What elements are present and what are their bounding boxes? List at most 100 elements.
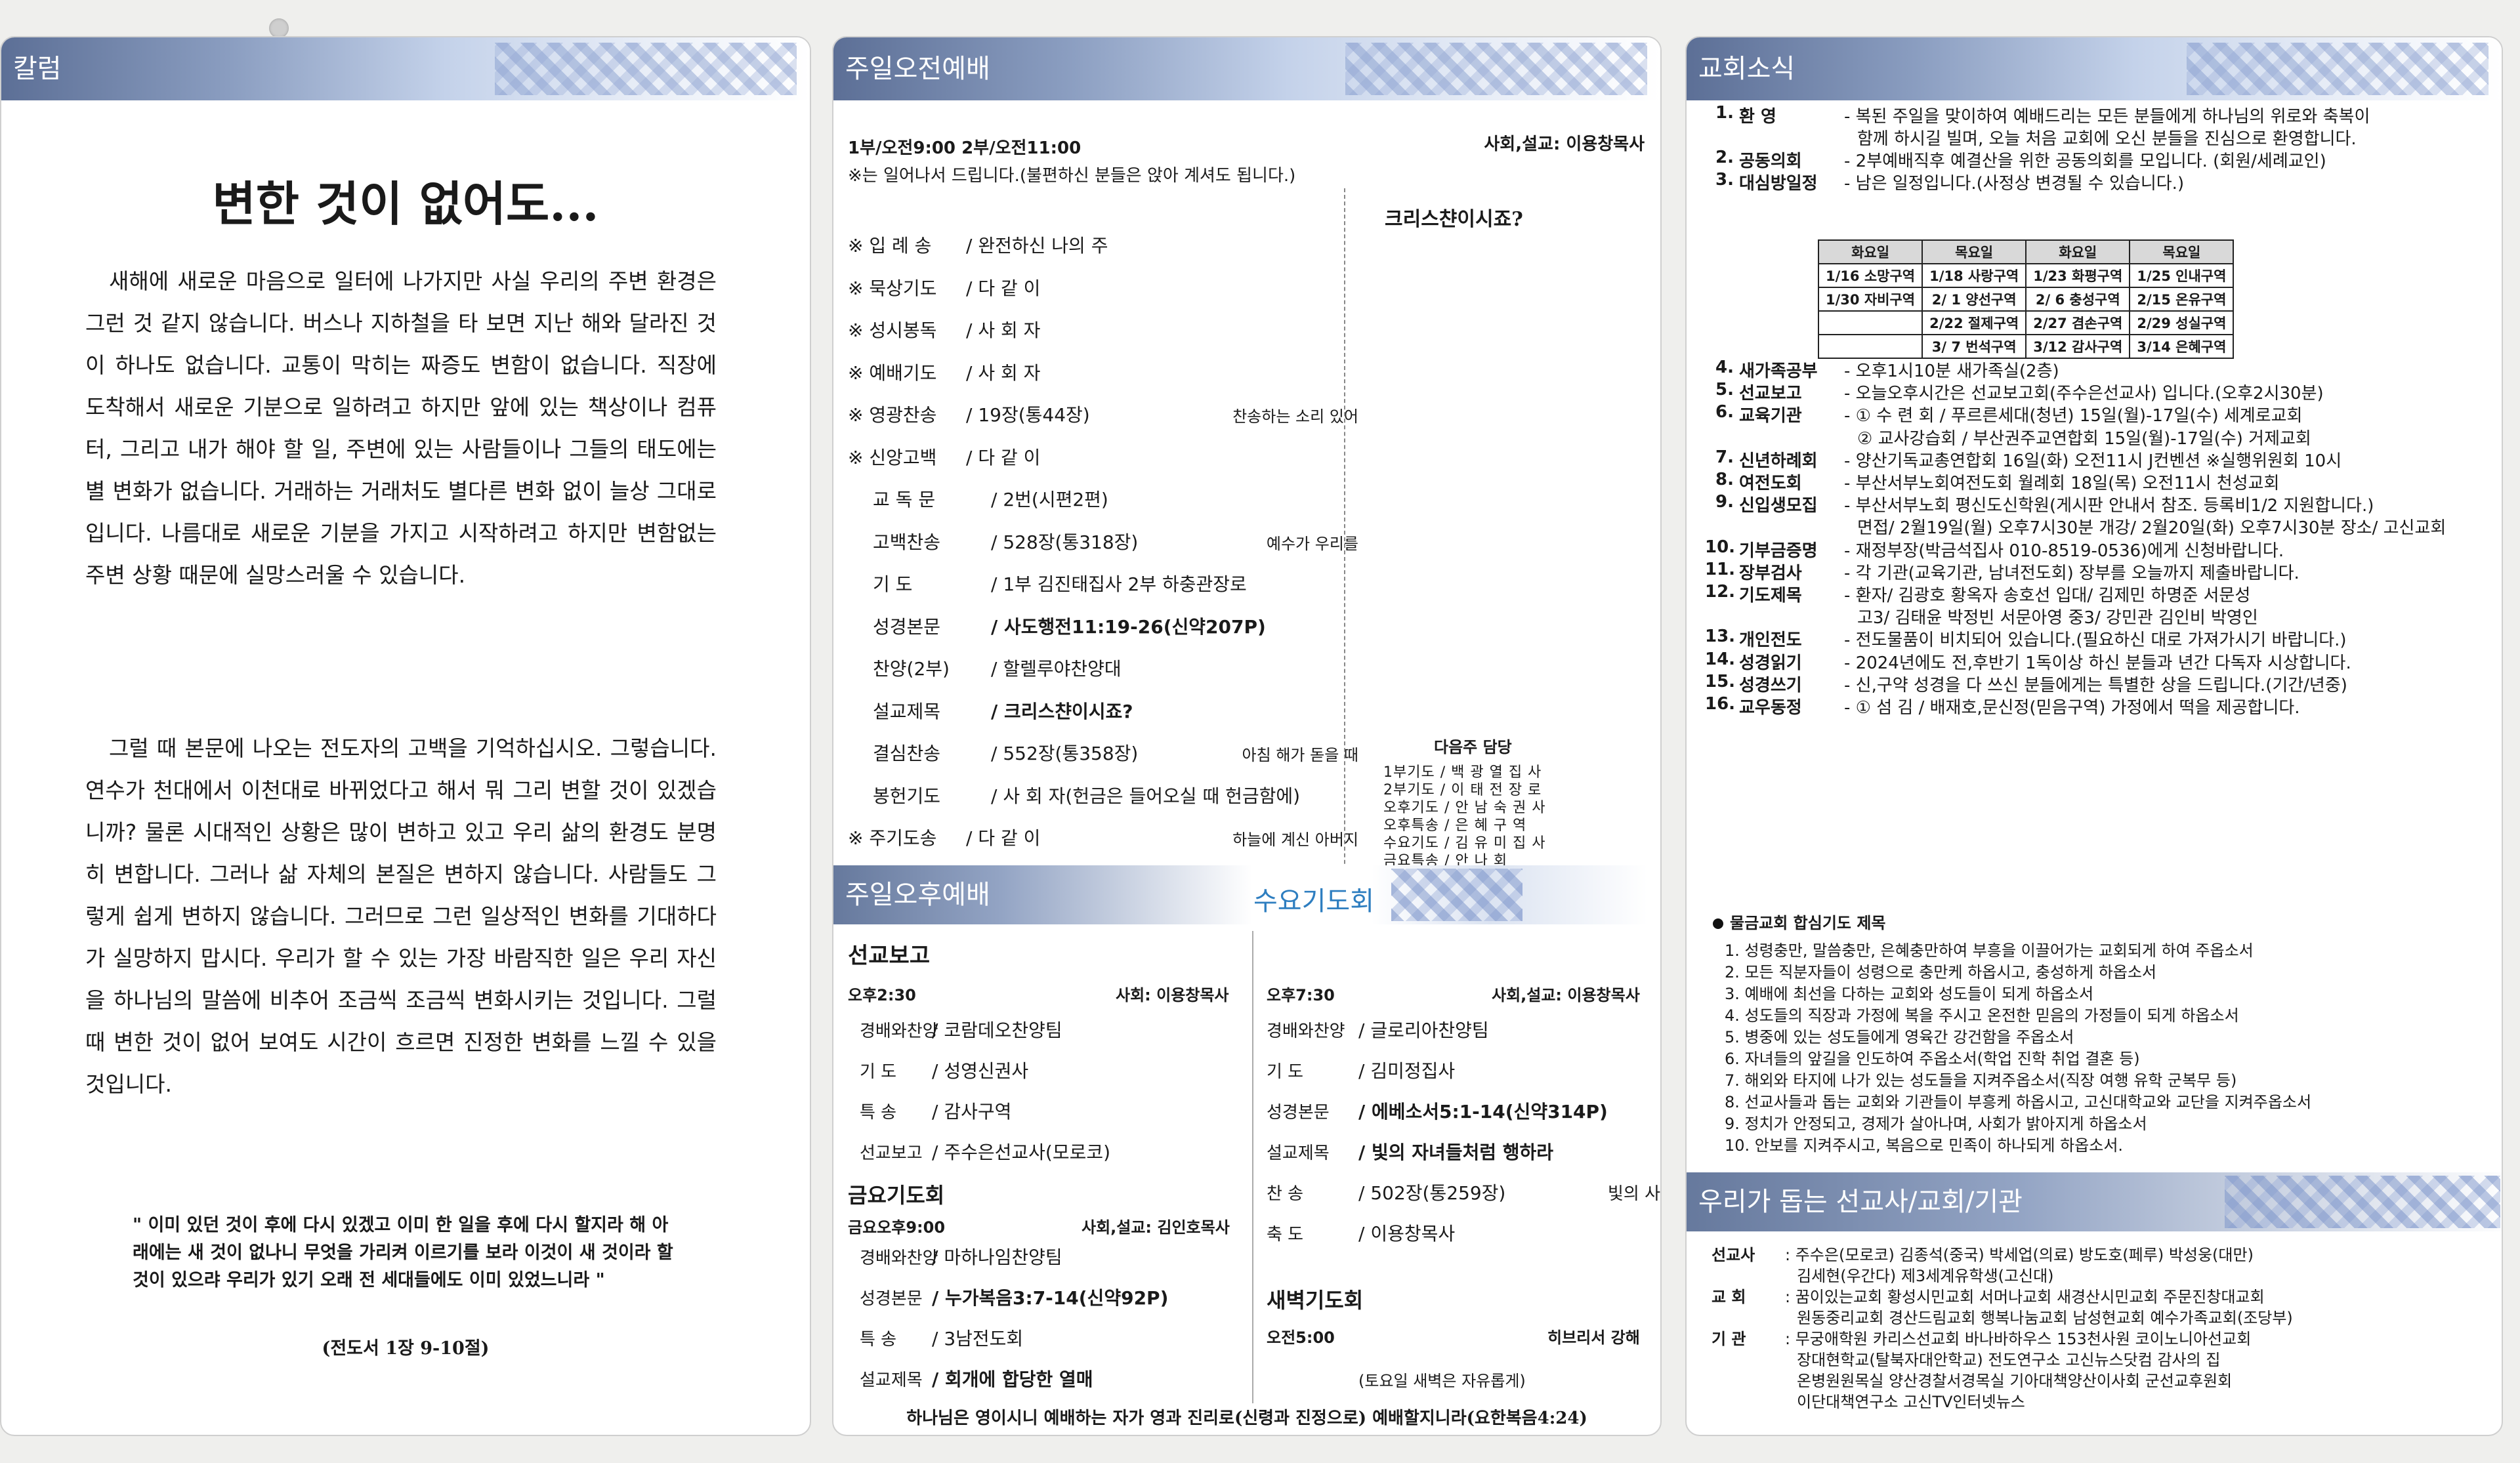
worship-panel: 주일오전예배 1부/오전9:00 2부/오전11:00 사회,설교: 이용창목사… bbox=[832, 36, 1662, 1436]
order-label: 찬양(2부) bbox=[873, 658, 950, 680]
news-label: 교육기관 bbox=[1739, 406, 1802, 426]
column-title: 변한 것이 없어도... bbox=[212, 176, 599, 232]
diamond-pattern-decoration bbox=[2225, 1176, 2500, 1228]
news-label: 개인전도 bbox=[1739, 630, 1802, 650]
visitation-schedule-table: 화요일 목요일 화요일 목요일 1/16 소망구역 1/18 사랑구역 1/23 화평구역… bbox=[1817, 239, 2235, 359]
order-label: 특 송 bbox=[860, 1103, 897, 1123]
calendar-cell: 1/16 소망구역 bbox=[1817, 263, 1923, 288]
order-value: / 성영신권사 bbox=[932, 1060, 1029, 1082]
news-number: 2. bbox=[1715, 148, 1734, 167]
news-text: - 남은 일정입니다.(사정상 변경될 수 있습니다.) bbox=[1844, 174, 2185, 194]
calendar-row: 3/ 7 번석구역 3/12 감사구역 3/14 은혜구역 bbox=[1817, 334, 2235, 359]
news-number: 15. bbox=[1705, 672, 1736, 691]
order-label: 고백찬송 bbox=[873, 531, 941, 553]
dawn-time: 오전5:00 bbox=[1267, 1329, 1335, 1347]
order-label: 교 독 문 bbox=[873, 489, 936, 510]
support-text: : 무궁애학원 카리스선교회 바나바하우스 153천사원 코이노니아선교회 bbox=[1785, 1330, 2252, 1348]
news-label: 기부금증명 bbox=[1739, 541, 1818, 561]
calendar-cell: 1/18 사랑구역 bbox=[1922, 263, 2027, 288]
calendar-row: 1/30 자비구역 2/ 1 양선구역 2/ 6 충성구역 2/15 온유구역 bbox=[1817, 287, 2235, 312]
order-label: 봉헌기도 bbox=[873, 785, 941, 807]
order-label: ※ 영광찬송 bbox=[848, 404, 937, 426]
news-text: - 신,구약 성경을 다 쓰신 분들에게는 특별한 상을 드립니다.(기간/년중… bbox=[1844, 676, 2347, 695]
news-number: 7. bbox=[1715, 447, 1734, 467]
calendar-header-cell: 화요일 bbox=[2025, 239, 2131, 264]
news-label: 새가족공부 bbox=[1739, 361, 1818, 381]
hymn-title: 하늘에 계신 아버지 bbox=[1232, 831, 1358, 849]
afternoon-worship-header: 주일오후예배 bbox=[833, 865, 1252, 924]
calendar-header-cell: 목요일 bbox=[1922, 239, 2027, 264]
hymn-title: 아침 해가 돋을 때 bbox=[1242, 746, 1358, 764]
news-text: - 오늘오후시간은 선교보고회(주수은선교사) 입니다.(오후2시30분) bbox=[1844, 384, 2324, 403]
news-text: - 복된 주일을 맞이하여 예배드리는 모든 분들에게 하나님의 위로와 축복이 bbox=[1844, 107, 2370, 127]
news-text: ② 교사강습회 / 부산권주교연합회 15일(월)-17일(수) 거제교회 bbox=[1857, 429, 2311, 449]
calendar-cell bbox=[1817, 310, 1923, 335]
wednesday-header: 수요기도회 bbox=[1253, 865, 1647, 924]
dashed-divider bbox=[1344, 188, 1345, 910]
support-text: 장대현학교(탈북자대안학교) 전도연구소 고신뉴스닷컴 감사의 집 bbox=[1797, 1351, 2221, 1369]
column-quote-reference: (전도서 1장 9-10절) bbox=[322, 1338, 490, 1359]
wednesday-header-label: 수요기도회 bbox=[1253, 886, 1374, 917]
dawn-book: 히브리서 강해 bbox=[1547, 1329, 1640, 1347]
calendar-cell bbox=[1817, 334, 1923, 359]
news-text: 면접/ 2월19일(월) 오후7시30분 개강/ 2월20일(화) 오후7시30… bbox=[1857, 518, 2446, 538]
column-paragraph-1: 새해에 새로운 마음으로 일터에 나가지만 사실 우리의 주변 환경은 그런 것… bbox=[85, 268, 717, 588]
calendar-header-cell: 화요일 bbox=[1817, 239, 1923, 264]
order-value: / 552장(통358장) bbox=[991, 743, 1139, 764]
friday-host: 사회,설교: 김인호목사 bbox=[1082, 1218, 1230, 1237]
news-label: 공동의회 bbox=[1739, 152, 1802, 171]
column-panel: 칼럼 변한 것이 없어도... 새해에 새로운 마음으로 일터에 나가지만 사실… bbox=[0, 36, 811, 1436]
order-label: ※ 신앙고백 bbox=[848, 447, 937, 468]
news-number: 5. bbox=[1715, 380, 1734, 400]
news-text: - 전도물품이 비치되어 있습니다.(필요하신 대로 가져가시기 바랍니다.) bbox=[1844, 630, 2347, 650]
order-value: / 528장(통318장) bbox=[991, 531, 1139, 553]
support-text: 김세현(우간다) 제3세계유학생(고신대) bbox=[1797, 1267, 2054, 1285]
order-value: / 감사구역 bbox=[932, 1101, 1012, 1123]
order-value: / 크리스챤이시죠? bbox=[991, 701, 1133, 722]
order-value: / 이용창목사 bbox=[1358, 1223, 1456, 1245]
morning-times: 1부/오전9:00 2부/오전11:00 bbox=[848, 138, 1082, 158]
diamond-pattern-decoration bbox=[1391, 869, 1522, 921]
support-label: 기 관 bbox=[1712, 1330, 1746, 1348]
order-label: 경배와찬양 bbox=[860, 1021, 938, 1041]
news-text: - ① 수 련 회 / 푸르른세대(청년) 15일(월)-17일(수) 세계로교… bbox=[1844, 406, 2303, 426]
prayer-item: 2. 모든 직분자들이 성령으로 충만케 하옵시고, 충성하게 하옵소서 bbox=[1725, 963, 2157, 981]
news-label: 성경읽기 bbox=[1739, 653, 1802, 673]
news-text: - 환자/ 김광호 황옥자 송호선 입대/ 김제민 하명준 서문성 bbox=[1844, 586, 2251, 606]
calendar-cell: 1/23 화평구역 bbox=[2025, 263, 2131, 288]
news-number: 9. bbox=[1715, 492, 1734, 512]
order-value: / 마하나임찬양팀 bbox=[932, 1247, 1062, 1268]
support-label: 선교사 bbox=[1712, 1246, 1755, 1264]
bullet-icon bbox=[1713, 918, 1723, 929]
news-header-label: 교회소식 bbox=[1698, 54, 1796, 84]
next-week-title: 다음주 담당 bbox=[1434, 738, 1512, 756]
dawn-note: (토요일 새벽은 자유롭게) bbox=[1358, 1372, 1526, 1390]
news-panel: 교회소식 1. 환 영 - 복된 주일을 맞이하여 예배드리는 모든 분들에게 하나… bbox=[1685, 36, 2503, 1436]
news-text: - 오후1시10분 새가족실(2층) bbox=[1844, 361, 2059, 381]
column-paragraph-2: 그럴 때 본문에 나오는 전도자의 고백을 기억하십시오. 그렇습니다. 연수가… bbox=[85, 735, 717, 1097]
news-label: 환 영 bbox=[1739, 107, 1776, 127]
calendar-cell: 2/27 겸손구역 bbox=[2025, 310, 2131, 335]
news-number: 6. bbox=[1715, 402, 1734, 422]
news-number: 4. bbox=[1715, 358, 1734, 377]
order-label: 결심찬송 bbox=[873, 743, 941, 764]
morning-worship-header: 주일오전예배 bbox=[833, 37, 1660, 100]
news-label: 장부검사 bbox=[1739, 564, 1802, 583]
order-label: ※ 성시봉독 bbox=[848, 319, 937, 341]
order-value: / 다 같 이 bbox=[966, 278, 1041, 299]
order-value: / 주수은선교사(모로코) bbox=[932, 1142, 1111, 1163]
order-value: / 에베소서5:1-14(신약314P) bbox=[1358, 1101, 1608, 1123]
column-header-label: 칼럼 bbox=[13, 54, 62, 84]
order-value: / 글로리아찬양팀 bbox=[1358, 1020, 1489, 1041]
calendar-row: 2/22 절제구역 2/27 겸손구역 2/29 성실구역 bbox=[1817, 310, 2235, 335]
prayer-item: 10. 안보를 지켜주시고, 복음으로 민족이 하나되게 하옵소서. bbox=[1725, 1136, 2124, 1155]
order-value: / 사 회 자 bbox=[966, 319, 1041, 341]
news-label: 교우동정 bbox=[1739, 698, 1802, 718]
news-text: - 부산서부노회여전도회 월례회 18일(목) 오전11시 천성교회 bbox=[1844, 474, 2280, 493]
support-text: 온병원원목실 양산경찰서경목실 기아대책양산이사회 군선교후원회 bbox=[1797, 1372, 2233, 1390]
order-label: 설교제목 bbox=[1267, 1144, 1330, 1163]
column-header: 칼럼 bbox=[1, 37, 810, 100]
prayer-title-label: 물금교회 합심기도 제목 bbox=[1730, 914, 1886, 932]
order-value: / 김미정집사 bbox=[1358, 1060, 1456, 1082]
news-text: 고3/ 김태윤 박정빈 서문아영 중3/ 강민관 김인비 박영인 bbox=[1857, 608, 2258, 628]
